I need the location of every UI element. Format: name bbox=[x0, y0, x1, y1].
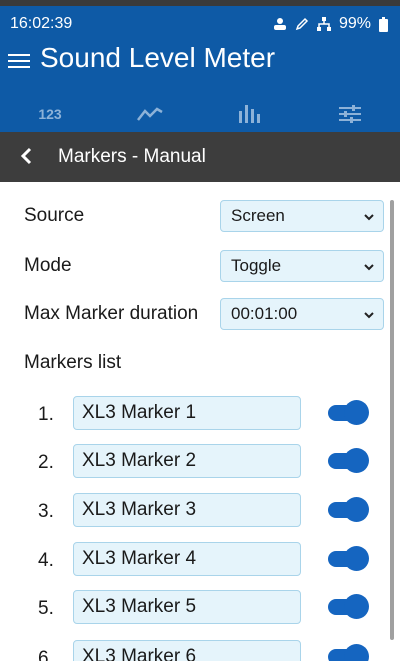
marker-number: 6. bbox=[38, 648, 54, 661]
markers-list-title: Markers list bbox=[24, 352, 122, 373]
marker-name-field[interactable]: XL3 Marker 5 bbox=[73, 590, 301, 624]
marker-number: 4. bbox=[38, 550, 54, 571]
scrollbar[interactable] bbox=[390, 200, 394, 640]
app-title: Sound Level Meter bbox=[40, 42, 276, 73]
page-header: Markers - Manual bbox=[0, 132, 400, 182]
app-bar: Sound Level Meter 123 bbox=[0, 40, 400, 132]
marker-toggle[interactable] bbox=[328, 448, 369, 473]
marker-number: 5. bbox=[38, 598, 54, 619]
max-duration-label: Max Marker duration bbox=[24, 303, 199, 324]
max-duration-row: Max Marker duration 00:01:00 bbox=[24, 298, 384, 330]
sliders-icon bbox=[339, 105, 361, 123]
settings-content: Source Screen Mode Toggle Max Marker dur… bbox=[0, 182, 400, 661]
source-row: Source Screen bbox=[24, 200, 384, 232]
source-label: Source bbox=[24, 205, 85, 226]
marker-toggle[interactable] bbox=[328, 644, 369, 661]
battery-percent: 99% bbox=[338, 15, 371, 32]
marker-row: 5. XL3 Marker 5 bbox=[0, 590, 400, 626]
chevron-down-icon bbox=[364, 312, 374, 319]
marker-row: 3. XL3 Marker 3 bbox=[0, 493, 400, 529]
tab-bar: 123 bbox=[0, 96, 400, 132]
marker-toggle[interactable] bbox=[328, 594, 369, 619]
marker-row: 6. XL3 Marker 6 bbox=[0, 640, 400, 661]
marker-row: 4. XL3 Marker 4 bbox=[0, 542, 400, 578]
marker-number: 2. bbox=[38, 452, 54, 473]
status-bar: 16:02:39 99% bbox=[0, 0, 400, 40]
page-title: Markers - Manual bbox=[58, 146, 206, 167]
network-icon bbox=[316, 17, 331, 31]
marker-name-field[interactable]: XL3 Marker 6 bbox=[73, 640, 301, 661]
marker-number: 3. bbox=[38, 501, 54, 522]
tab-spectrum[interactable] bbox=[200, 96, 300, 132]
marker-name-field[interactable]: XL3 Marker 2 bbox=[73, 444, 301, 478]
max-duration-select[interactable]: 00:01:00 bbox=[220, 298, 384, 330]
marker-toggle[interactable] bbox=[328, 400, 369, 425]
status-time: 16:02:39 bbox=[10, 15, 73, 32]
marker-name-field[interactable]: XL3 Marker 4 bbox=[73, 542, 301, 576]
bar-chart-icon bbox=[239, 105, 260, 123]
marker-toggle[interactable] bbox=[328, 497, 369, 522]
chevron-left-icon[interactable] bbox=[16, 145, 38, 167]
marker-row: 1. XL3 Marker 1 bbox=[0, 396, 400, 432]
battery-icon bbox=[379, 16, 388, 32]
numeric-icon: 123 bbox=[38, 106, 62, 122]
marker-row: 2. XL3 Marker 2 bbox=[0, 444, 400, 480]
mode-label: Mode bbox=[24, 255, 72, 276]
tab-numeric[interactable]: 123 bbox=[0, 96, 100, 132]
mode-row: Mode Toggle bbox=[24, 250, 384, 282]
line-chart-icon bbox=[137, 107, 163, 121]
account-icon bbox=[273, 18, 286, 30]
tab-graph[interactable] bbox=[100, 96, 200, 132]
marker-number: 1. bbox=[38, 404, 54, 425]
tab-settings[interactable] bbox=[300, 96, 400, 132]
marker-name-field[interactable]: XL3 Marker 3 bbox=[73, 493, 301, 527]
chevron-down-icon bbox=[364, 214, 374, 221]
marker-toggle[interactable] bbox=[328, 546, 369, 571]
source-select[interactable]: Screen bbox=[220, 200, 384, 232]
mode-select[interactable]: Toggle bbox=[220, 250, 384, 282]
pen-icon bbox=[295, 17, 309, 31]
menu-icon[interactable] bbox=[8, 50, 30, 70]
marker-name-field[interactable]: XL3 Marker 1 bbox=[73, 396, 301, 430]
chevron-down-icon bbox=[364, 264, 374, 271]
